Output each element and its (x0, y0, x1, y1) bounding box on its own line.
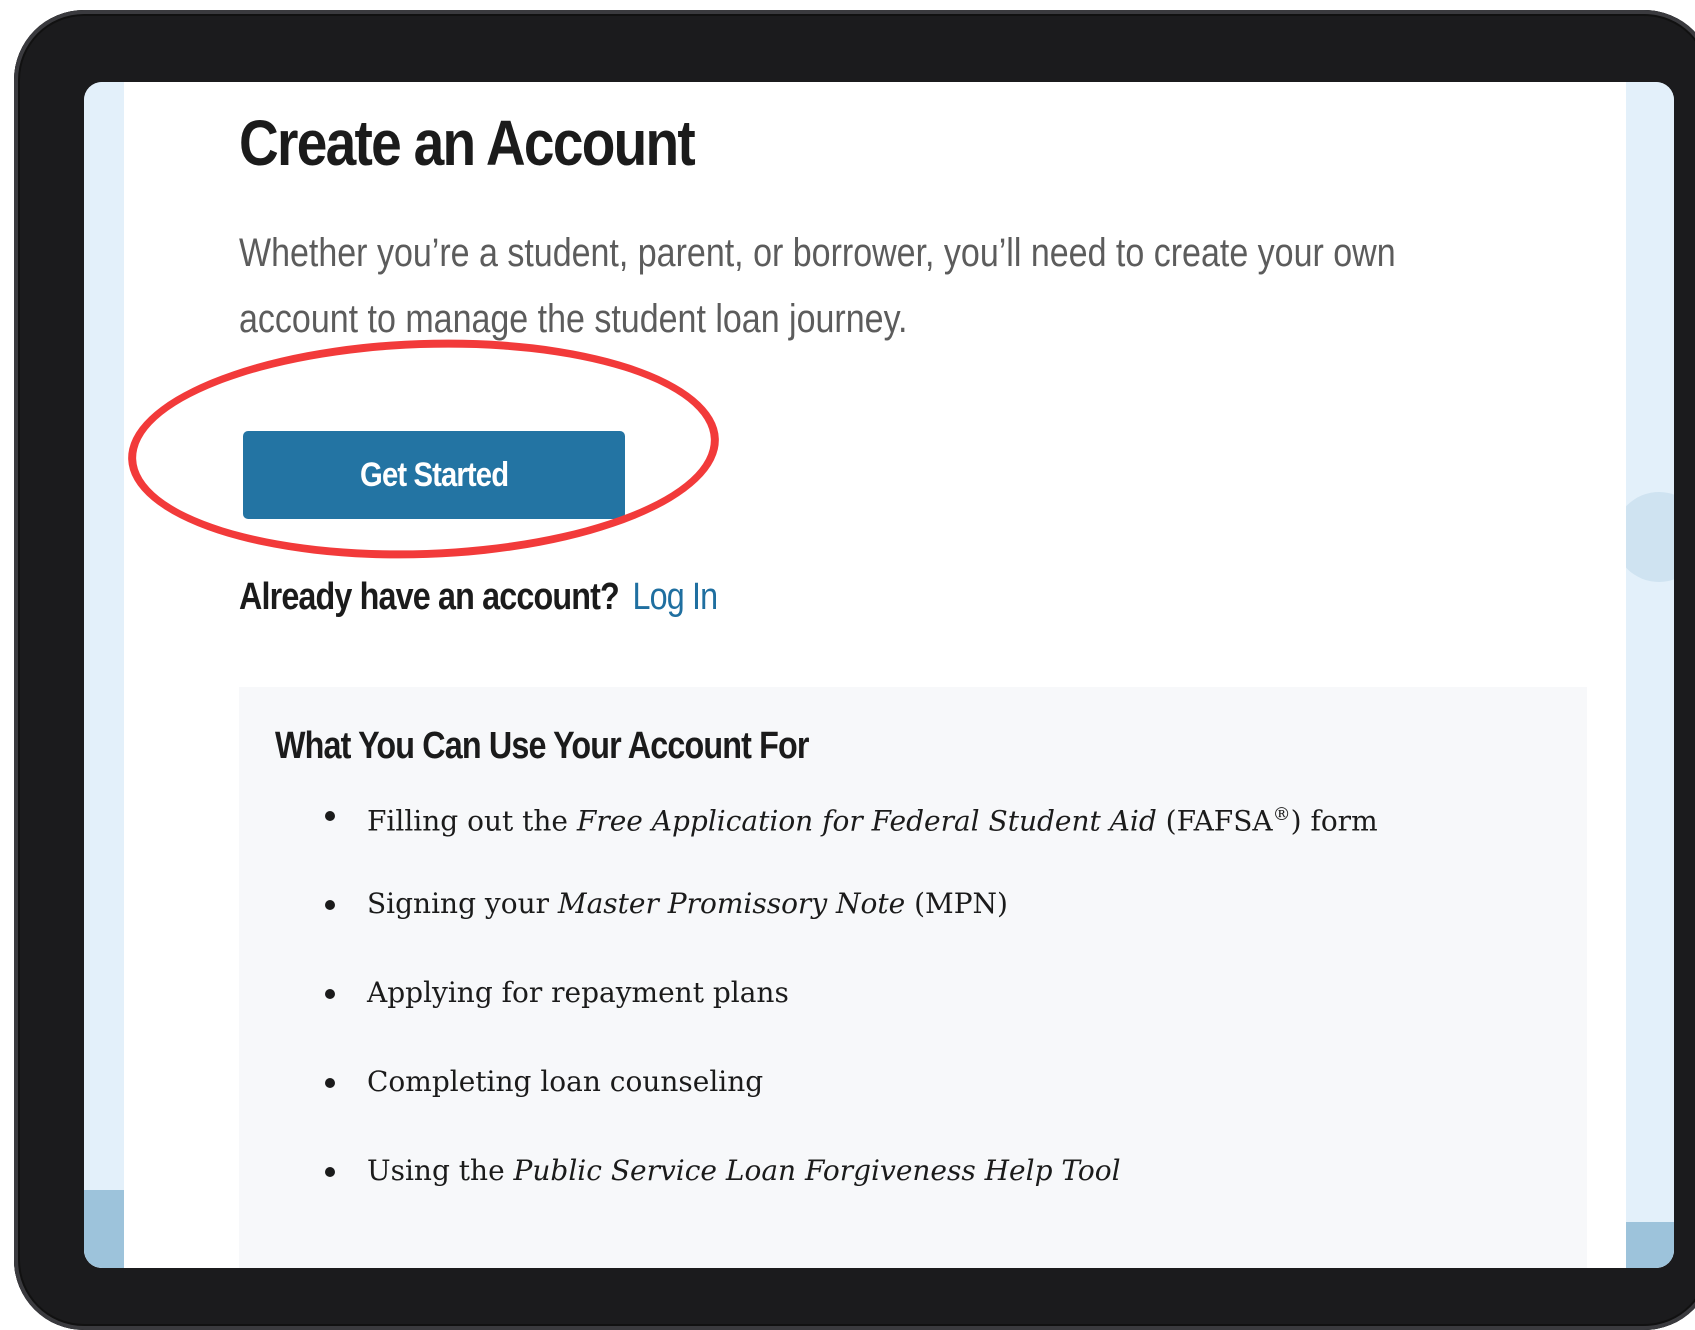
background-right-accent (1626, 1222, 1674, 1268)
get-started-label: Get Started (359, 455, 509, 494)
tablet-frame: Create an Account Whether you’re a stude… (14, 10, 1695, 1330)
create-account-panel: Create an Account Whether you’re a stude… (124, 82, 1626, 1268)
account-uses-list: Filling out the Free Application for Fed… (239, 791, 1378, 1236)
account-uses-heading: What You Can Use Your Account For (275, 725, 810, 767)
list-item: Filling out the Free Application for Fed… (325, 791, 1378, 880)
login-prompt-text: Already have an account? (239, 576, 620, 618)
background-right-edge (1626, 82, 1674, 1268)
tablet-screen: Create an Account Whether you’re a stude… (84, 82, 1674, 1268)
list-item: Completing loan counseling (325, 1058, 1378, 1147)
list-item: Using the Public Service Loan Forgivenes… (325, 1147, 1378, 1236)
background-left-accent (84, 1190, 124, 1268)
background-left-edge (84, 82, 124, 1268)
get-started-button[interactable]: Get Started (243, 431, 625, 519)
list-item: Signing your Master Promissory Note (MPN… (325, 880, 1378, 969)
intro-text: Whether you’re a student, parent, or bor… (239, 231, 1396, 341)
page-title: Create an Account (239, 107, 696, 179)
list-item: Applying for repayment plans (325, 969, 1378, 1058)
log-in-link[interactable]: Log In (632, 576, 718, 618)
account-uses-card: What You Can Use Your Account For Fillin… (239, 687, 1587, 1268)
login-prompt: Already have an account? Log In (239, 576, 718, 619)
